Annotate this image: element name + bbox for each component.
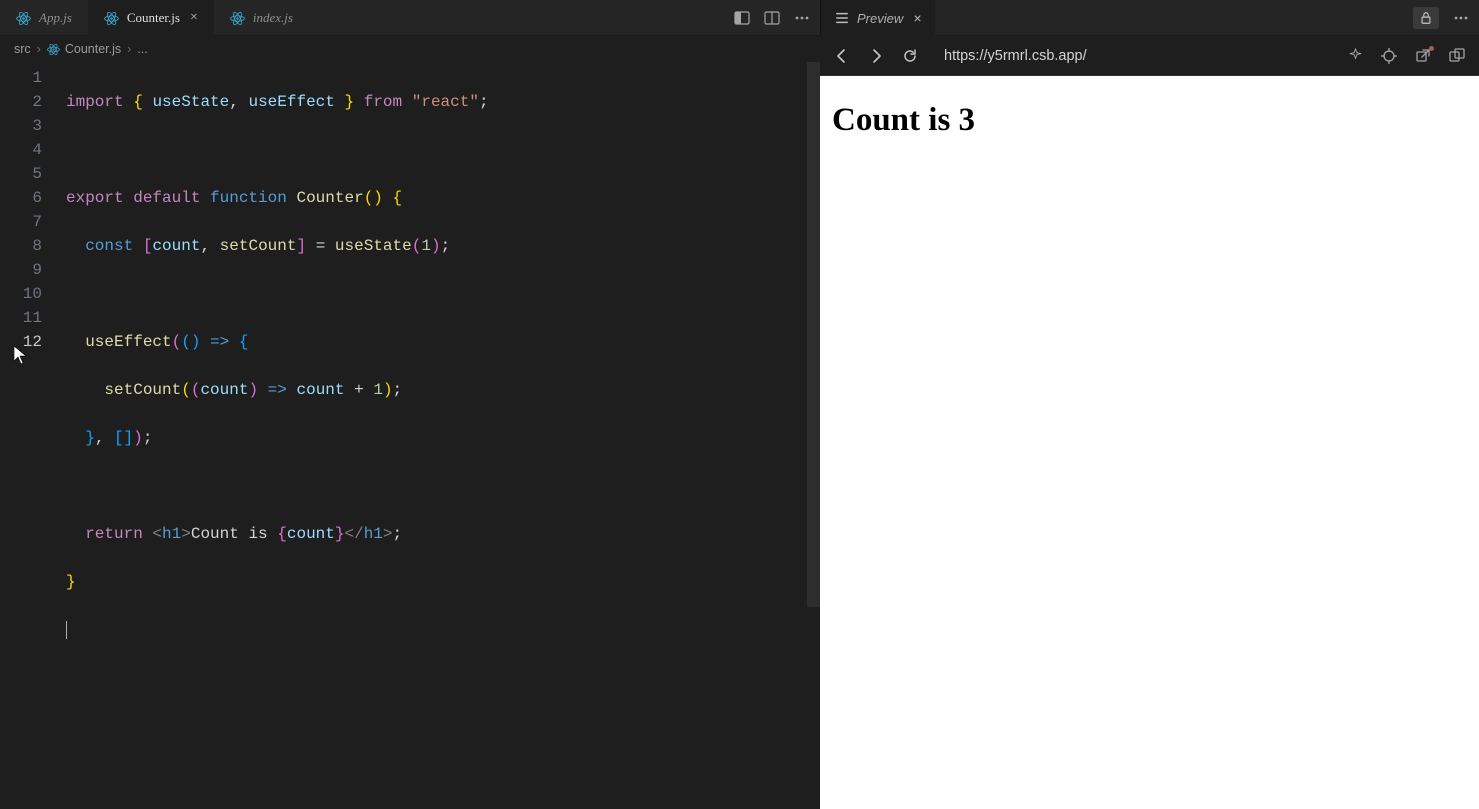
- preview-toolbar: https://y5rmrl.csb.app/: [820, 36, 1479, 76]
- main-split: src › Counter.js › ... 123 456 789 10111…: [0, 36, 1479, 809]
- nav-back-icon[interactable]: [834, 48, 850, 64]
- editor-pane: src › Counter.js › ... 123 456 789 10111…: [0, 36, 820, 809]
- tab-counter-js[interactable]: Counter.js ×: [88, 0, 214, 36]
- inspect-icon[interactable]: [1381, 48, 1397, 64]
- chevron-right-icon: ›: [37, 42, 41, 56]
- tab-label: index.js: [253, 10, 293, 26]
- tab-label: Preview: [857, 11, 903, 26]
- address-bar[interactable]: https://y5rmrl.csb.app/: [936, 48, 1330, 64]
- preview-heading: Count is 3: [820, 76, 1479, 139]
- tab-index-js[interactable]: index.js: [214, 0, 309, 36]
- open-external-icon[interactable]: [1415, 48, 1431, 64]
- crumb-tail[interactable]: ...: [137, 42, 147, 56]
- more-icon[interactable]: [1453, 10, 1469, 26]
- chevron-right-icon: ›: [127, 42, 131, 56]
- crumb-folder[interactable]: src: [14, 42, 31, 56]
- close-icon[interactable]: ×: [190, 10, 198, 26]
- react-icon: [230, 11, 245, 26]
- tab-app-js[interactable]: App.js: [0, 0, 88, 36]
- tab-bar: App.js Counter.js × index.js: [0, 0, 1479, 36]
- code-editor[interactable]: 123 456 789 101112 import { useState, us…: [0, 62, 820, 809]
- preview-tab-actions: [1413, 0, 1479, 35]
- crumb-file[interactable]: Counter.js: [47, 42, 121, 56]
- react-icon: [16, 11, 31, 26]
- editor-tab-group: App.js Counter.js × index.js: [0, 0, 820, 35]
- scrollbar-vertical[interactable]: [807, 62, 820, 607]
- sparkle-icon[interactable]: [1348, 48, 1363, 64]
- nav-forward-icon[interactable]: [868, 48, 884, 64]
- code-content[interactable]: import { useState, useEffect } from "rea…: [60, 62, 820, 809]
- readonly-lock-icon[interactable]: [1413, 7, 1439, 29]
- reload-icon[interactable]: [902, 48, 918, 64]
- line-gutter: 123 456 789 101112: [0, 62, 60, 809]
- editor-tab-actions: [734, 0, 820, 35]
- more-icon[interactable]: [794, 10, 810, 26]
- split-editor-icon[interactable]: [764, 10, 780, 26]
- react-icon: [104, 11, 119, 26]
- preview-tab-group: Preview ×: [820, 0, 1479, 35]
- preview-viewport[interactable]: Count is 3: [820, 76, 1479, 809]
- tab-label: App.js: [39, 10, 72, 26]
- tab-preview[interactable]: Preview ×: [821, 0, 935, 36]
- close-icon[interactable]: ×: [913, 10, 921, 26]
- multi-window-icon[interactable]: [1449, 48, 1465, 64]
- preview-icon: [835, 11, 849, 25]
- breadcrumb[interactable]: src › Counter.js › ...: [0, 36, 820, 62]
- text-cursor: [66, 621, 67, 639]
- tab-label: Counter.js: [127, 10, 180, 26]
- toggle-panel-icon[interactable]: [734, 10, 750, 26]
- preview-pane: https://y5rmrl.csb.app/ Count is 3: [820, 36, 1479, 809]
